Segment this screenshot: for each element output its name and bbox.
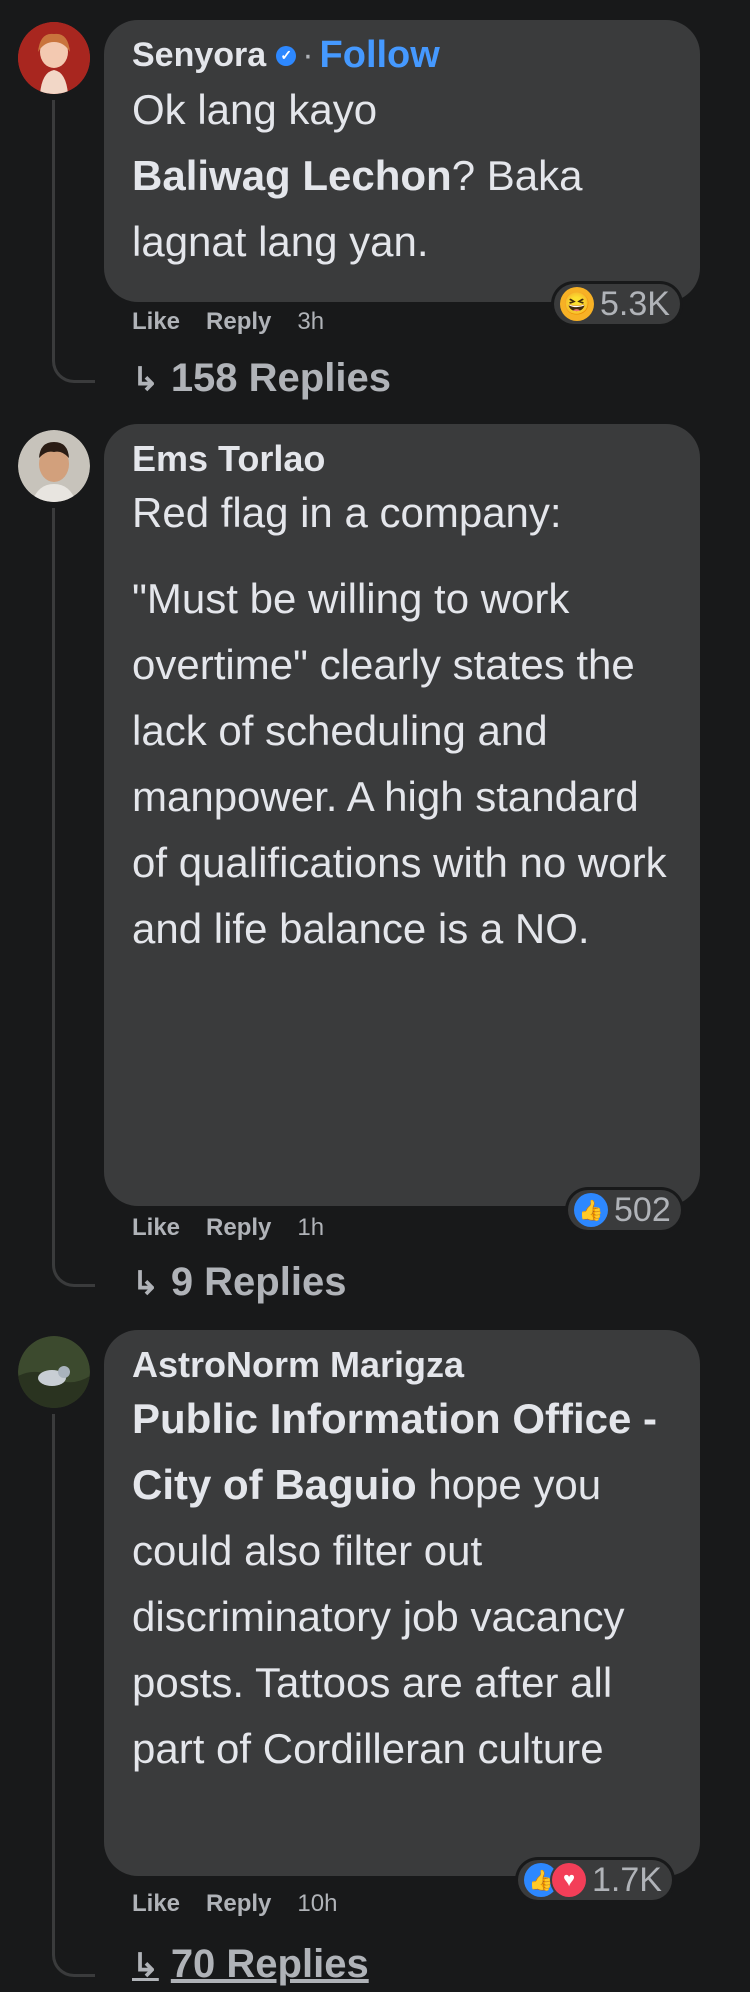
verified-badge-icon: ✓ [276,45,297,66]
like-button[interactable]: Like [132,1214,180,1242]
timestamp[interactable]: 10h [297,1890,337,1918]
comment-bubble: Ems Torlao Red flag in a company: "Must … [104,424,700,1206]
view-replies-link[interactable]: ↳ 158 Replies [132,356,391,401]
view-replies-link[interactable]: ↳ 70 Replies [132,1942,369,1987]
mention-link[interactable]: Baliwag Lechon [132,152,452,199]
avatar-image [18,430,90,502]
avatar[interactable] [18,430,90,502]
comment-line-rest: ? Baka [451,152,583,199]
timestamp[interactable]: 3h [297,308,324,336]
reaction-count: 502 [614,1190,671,1229]
haha-icon: 😆 [560,287,594,321]
reaction-summary[interactable]: 👍 ♥ 1.7K [518,1860,672,1900]
replies-count: 158 Replies [170,356,391,400]
reply-button[interactable]: Reply [206,308,271,336]
author-name[interactable]: Senyora [132,36,266,75]
comment-paragraph: "Must be willing to work overtime" clear… [132,575,667,952]
author-name[interactable]: Ems Torlao [132,438,325,480]
comment-actions: Like Reply 1h [132,1214,324,1242]
thread-line [52,100,95,383]
comment-line: lagnat lang yan. [132,218,429,265]
comment-actions: Like Reply 10h [132,1890,337,1918]
heart-icon: ♥ [552,1863,586,1897]
view-replies-link[interactable]: ↳ 9 Replies [132,1260,346,1305]
like-button[interactable]: Like [132,1890,180,1918]
like-icon: 👍 [574,1193,608,1227]
reply-arrow-icon: ↳ [132,1264,159,1301]
follow-button[interactable]: Follow [320,34,440,77]
avatar[interactable] [18,22,90,94]
thread-line [52,1414,95,1977]
comment-paragraph: Red flag in a company: [132,489,562,536]
comment-line: Ok lang kayo [132,86,378,133]
reply-button[interactable]: Reply [206,1214,271,1242]
replies-count: 9 Replies [170,1260,347,1304]
replies-count: 70 Replies [170,1942,369,1986]
comment-bubble: Senyora ✓ · Follow Ok lang kayo Baliwag … [104,20,700,302]
thread-line [52,508,95,1287]
comment-line: Baliwag Lechon? Baka [132,143,672,209]
reply-button[interactable]: Reply [206,1890,271,1918]
reaction-count: 5.3K [600,284,670,323]
reaction-summary[interactable]: 😆 5.3K [554,284,680,324]
avatar-image [18,1336,90,1408]
timestamp[interactable]: 1h [297,1214,324,1242]
comment-text: Public Information Office - City of Bagu… [132,1386,672,1782]
avatar-image [18,22,90,94]
comment-bubble: AstroNorm Marigza Public Information Off… [104,1330,700,1876]
comment-text: Ok lang kayo Baliwag Lechon? Baka lagnat… [132,77,672,275]
comment-text: Red flag in a company: "Must be willing … [132,480,672,962]
avatar[interactable] [18,1336,90,1408]
reply-arrow-icon: ↳ [132,360,159,397]
reaction-summary[interactable]: 👍 502 [568,1190,681,1230]
comment-actions: Like Reply 3h [132,308,324,336]
separator-dot: · [302,36,314,74]
author-name[interactable]: AstroNorm Marigza [132,1344,464,1386]
like-button[interactable]: Like [132,308,180,336]
reply-arrow-icon: ↳ [132,1946,159,1983]
reaction-count: 1.7K [592,1860,662,1899]
